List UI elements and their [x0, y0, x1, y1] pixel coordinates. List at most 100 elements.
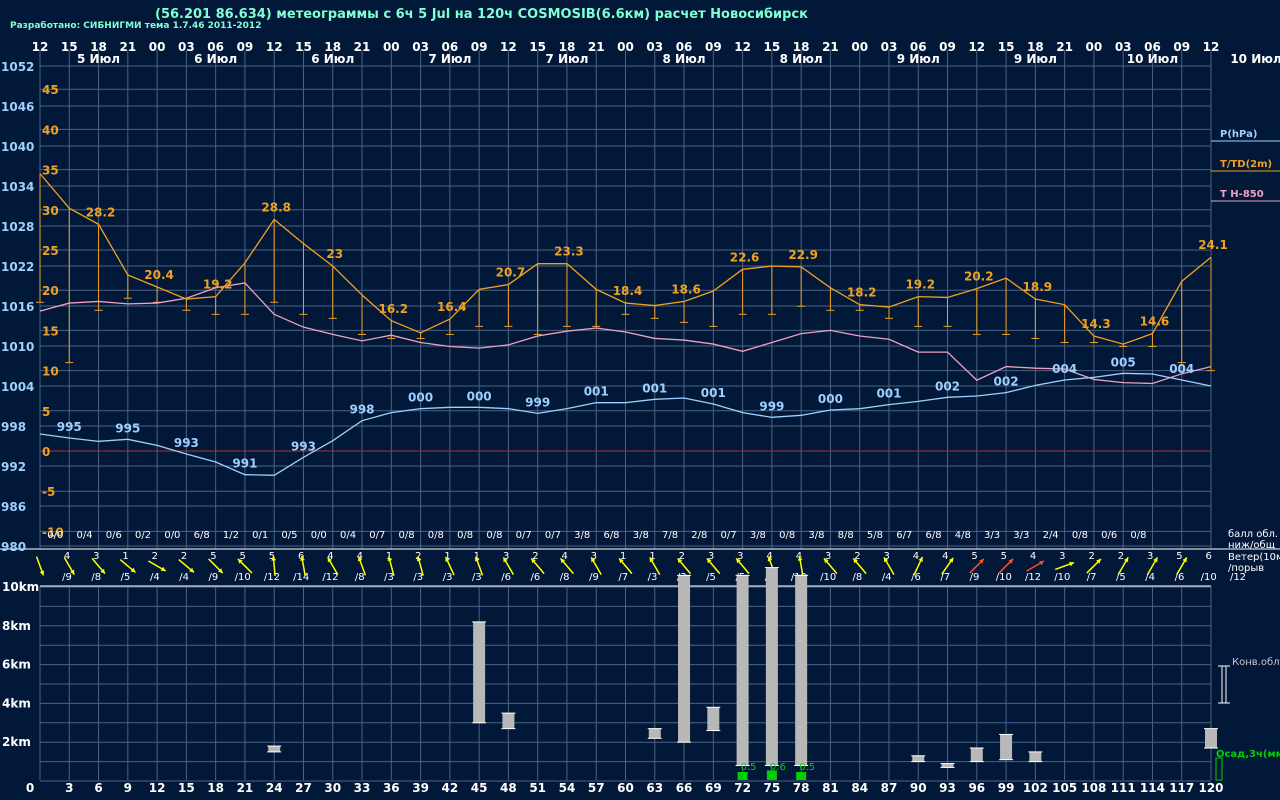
bottom-hour-label: 117 [1169, 781, 1194, 795]
temperature-value-label: 28.8 [261, 200, 291, 214]
cloud-cover-value: 1/2 [223, 530, 239, 541]
legend-temperature: T/TD(2m) [1220, 159, 1272, 170]
top-hour-label: 21 [588, 40, 605, 54]
wind-gust-value: /10 [1054, 572, 1070, 583]
wind-gust-value: /9 [970, 572, 980, 583]
bottom-hour-label: 21 [237, 781, 254, 795]
bottom-hour-label: 12 [149, 781, 166, 795]
wind-gust-value: /6 [531, 572, 541, 583]
bottom-hour-label: 36 [383, 781, 400, 795]
top-hour-label: 12 [266, 40, 283, 54]
cloud-cover-value: 8/8 [838, 530, 854, 541]
date-label: 6 Июл [194, 52, 237, 66]
cloud-cover-value: 0/5 [281, 530, 297, 541]
cloud-height-label: 2km [2, 735, 31, 749]
temperature-value-label: 14.3 [1081, 317, 1111, 331]
pressure-tick-label: 986 [1, 500, 26, 514]
cloud-height-label: 6km [2, 658, 31, 672]
pressure-value-label: 001 [642, 381, 667, 395]
bottom-hour-label: 9 [124, 781, 132, 795]
bottom-hour-label: 90 [910, 781, 927, 795]
convective-cloud-bar [268, 746, 281, 752]
temperature-tick-label: 40 [42, 123, 59, 137]
convective-cloud-bar [678, 575, 691, 743]
top-hour-label: 15 [998, 40, 1015, 54]
bottom-hour-label: 39 [412, 781, 429, 795]
convective-cloud-bar [648, 728, 661, 739]
cloud-cover-value: 3/3 [984, 530, 1000, 541]
convective-cloud-bar [1029, 751, 1042, 762]
bottom-hour-label: 0 [26, 781, 34, 795]
bottom-hour-label: 15 [178, 781, 195, 795]
temperature-tick-label: 25 [42, 244, 59, 258]
bottom-hour-label: 51 [529, 781, 546, 795]
bottom-hour-label: 33 [354, 781, 371, 795]
temperature-value-label: 18.6 [671, 282, 701, 296]
wind-speed-value: 5 [1001, 551, 1007, 562]
temperature-value-label: 20.4 [144, 268, 174, 282]
pressure-value-label: 999 [759, 399, 784, 413]
cloud-cover-value: 6/8 [603, 530, 619, 541]
bottom-hour-label: 99 [998, 781, 1015, 795]
bottom-hour-label: 24 [266, 781, 283, 795]
bottom-hour-label: 72 [734, 781, 751, 795]
top-hour-label: 12 [734, 40, 751, 54]
pressure-value-label: 993 [174, 436, 199, 450]
bottom-hour-label: 87 [881, 781, 898, 795]
cloud-cover-value: 0/8 [1072, 530, 1088, 541]
cloud-cover-value: 0/8 [428, 530, 444, 541]
temperature-value-label: 23.3 [554, 245, 584, 259]
bottom-hour-label: 120 [1198, 781, 1223, 795]
bottom-hour-label: 75 [764, 781, 781, 795]
wind-gust-value: /4 [150, 572, 160, 583]
wind-speed-value: 5 [210, 551, 216, 562]
cloud-cover-value: 5/8 [867, 530, 883, 541]
top-hour-label: 09 [705, 40, 722, 54]
wind-gust-value: /4 [1145, 572, 1155, 583]
pressure-tick-label: 1016 [1, 300, 34, 314]
top-hour-label: 00 [149, 40, 166, 54]
bottom-hour-label: 96 [968, 781, 985, 795]
cloud-cover-value: 6/8 [194, 530, 210, 541]
pressure-value-label: 001 [701, 386, 726, 400]
temperature-tick-label: 30 [42, 204, 59, 218]
pressure-tick-label: 992 [1, 460, 26, 474]
cloud-cover-value: 3/8 [633, 530, 649, 541]
temperature-value-label: 20.2 [964, 270, 994, 284]
pressure-value-label: 000 [818, 392, 843, 406]
temperature-value-label: 24.1 [1198, 238, 1228, 252]
temperature-value-label: 18.9 [1023, 280, 1053, 294]
wind-speed-value: 4 [942, 551, 948, 562]
bottom-hour-label: 60 [617, 781, 634, 795]
bottom-hour-label: 57 [588, 781, 605, 795]
bottom-hour-label: 54 [559, 781, 576, 795]
cloud-cover-value: 0/4 [340, 530, 356, 541]
bottom-hour-label: 30 [324, 781, 341, 795]
date-label: 6 Июл [311, 52, 354, 66]
bottom-hour-label: 42 [441, 781, 458, 795]
pressure-value-label: 995 [115, 421, 140, 435]
pressure-value-label: 001 [584, 385, 609, 399]
pressure-tick-label: 1004 [1, 380, 34, 394]
wind-gust-value: /5 [1116, 572, 1126, 583]
precip-bar [796, 772, 807, 780]
pressure-tick-label: 980 [1, 540, 26, 554]
cloud-cover-value: 0/8 [779, 530, 795, 541]
convective-cloud-bar [736, 575, 749, 766]
pressure-value-label: 005 [1111, 355, 1136, 369]
wind-gust-value: /4 [179, 572, 189, 583]
cloud-height-label: 8km [2, 619, 31, 633]
pressure-value-label: 004 [1169, 362, 1194, 376]
top-hour-label: 15 [764, 40, 781, 54]
temperature-value-label: 22.6 [730, 250, 760, 264]
bottom-hour-label: 66 [676, 781, 693, 795]
date-label: 5 Июл [77, 52, 120, 66]
wind-speed-value: 4 [913, 551, 919, 562]
temperature-value-label: 20.7 [496, 266, 526, 280]
legend-t850: T H-850 [1220, 189, 1264, 200]
wind-gust-value: /12 [1025, 572, 1041, 583]
pressure-value-label: 004 [1052, 362, 1077, 376]
cloud-cover-value: 0/4 [77, 530, 93, 541]
wind-gust-value: /8 [853, 572, 863, 583]
wind-gust-value: /7 [618, 572, 628, 583]
